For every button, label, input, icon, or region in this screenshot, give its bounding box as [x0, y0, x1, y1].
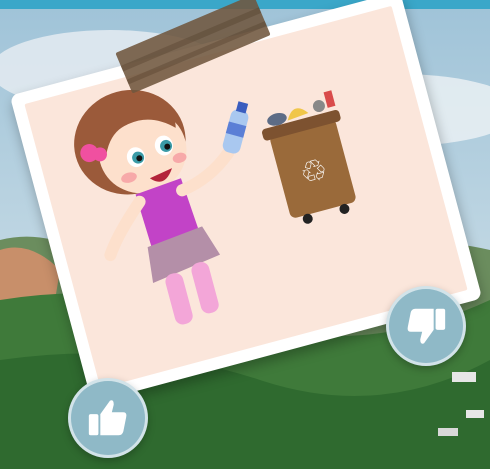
- girl-figure: [74, 89, 249, 325]
- thumbs-down-button[interactable]: [386, 286, 466, 366]
- recycling-bin: ♲: [262, 90, 356, 224]
- game-stage: ♲: [0, 0, 490, 469]
- thumbs-up-icon: [88, 400, 127, 436]
- thumbs-up-button[interactable]: [68, 378, 148, 458]
- thumbs-down-icon: [407, 308, 446, 344]
